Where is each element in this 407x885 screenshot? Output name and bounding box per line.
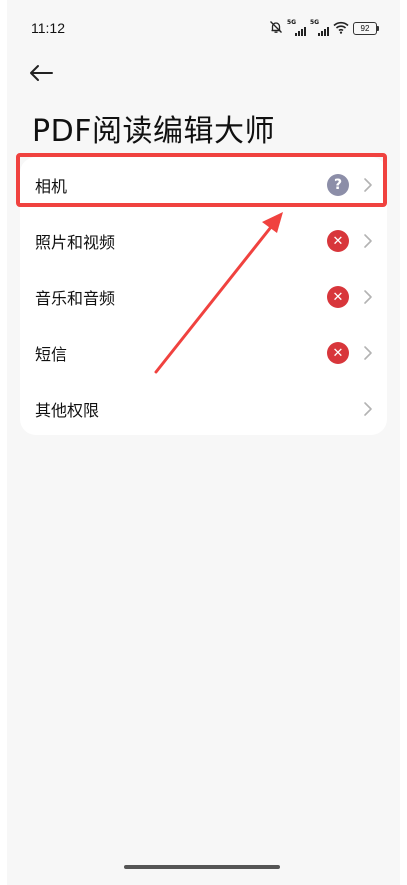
- permission-row-photos-videos[interactable]: 照片和视频 ✕: [20, 213, 387, 269]
- chevron-right-icon: [364, 234, 372, 248]
- screen-edge-left: [0, 0, 7, 885]
- permission-row-other[interactable]: 其他权限: [20, 381, 387, 437]
- permission-label: 音乐和音频: [35, 289, 116, 308]
- cellular-signal-2-icon: 5G: [310, 20, 329, 36]
- permission-row-music-audio[interactable]: 音乐和音频 ✕: [20, 269, 387, 325]
- permission-label: 其他权限: [35, 401, 100, 420]
- denied-icon: ✕: [327, 230, 349, 252]
- chevron-right-icon: [364, 346, 372, 360]
- denied-icon: ✕: [327, 286, 349, 308]
- chevron-right-icon: [364, 402, 372, 416]
- page-title: PDF阅读编辑大师: [32, 114, 275, 149]
- back-button[interactable]: [28, 58, 66, 88]
- wifi-icon: [333, 19, 349, 38]
- cellular-signal-1-icon: 5G: [287, 20, 306, 36]
- arrow-left-icon: [30, 65, 53, 81]
- status-icons: 5G 5G 92: [269, 19, 379, 38]
- bell-off-icon: [269, 19, 283, 38]
- status-time: 11:12: [31, 20, 65, 36]
- denied-icon: ✕: [327, 342, 349, 364]
- screen-edge-right: [400, 0, 407, 885]
- chevron-right-icon: [364, 290, 372, 304]
- battery-indicator: 92: [353, 22, 379, 35]
- permission-row-sms[interactable]: 短信 ✕: [20, 325, 387, 381]
- home-indicator[interactable]: [124, 865, 280, 869]
- permission-label: 照片和视频: [35, 233, 116, 252]
- annotation-highlight-box: [16, 153, 387, 207]
- permission-label: 短信: [35, 345, 68, 364]
- status-bar: 11:12 5G 5G 92: [0, 0, 407, 58]
